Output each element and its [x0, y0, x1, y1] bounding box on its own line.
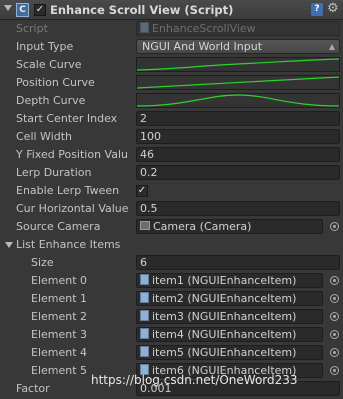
position-curve-field[interactable]: [136, 75, 340, 90]
input-type-value: NGUI And World Input: [142, 40, 263, 53]
object-picker-icon[interactable]: [330, 348, 339, 357]
depth-curve-row: Depth Curve: [0, 92, 343, 110]
component-title: Enhance Scroll View (Script): [50, 3, 234, 17]
script-file-icon: [140, 274, 149, 285]
depth-curve-label: Depth Curve: [16, 94, 86, 107]
element-object-field[interactable]: item1 (NGUIEnhanceItem): [136, 273, 323, 288]
script-file-icon: [140, 292, 149, 303]
element-value: item4 (NGUIEnhanceItem): [152, 328, 297, 341]
element-object-field[interactable]: item4 (NGUIEnhanceItem): [136, 327, 323, 342]
y-fixed-position-row: Y Fixed Position Valu 46: [0, 146, 343, 164]
cur-horizontal-value-row: Cur Horizontal Value 0.5: [0, 200, 343, 218]
list-item: Element 3 item4 (NGUIEnhanceItem): [0, 326, 343, 344]
depth-curve-graph: [137, 94, 339, 107]
object-picker-icon[interactable]: [330, 330, 339, 339]
list-size-label: Size: [31, 256, 54, 269]
input-type-row: Input Type NGUI And World Input ▲: [0, 38, 343, 56]
gear-icon[interactable]: ⚙: [327, 1, 339, 16]
object-picker-icon[interactable]: [330, 312, 339, 321]
object-picker-icon[interactable]: [330, 276, 339, 285]
script-file-icon: [140, 310, 149, 321]
source-camera-label: Source Camera: [16, 220, 101, 233]
foldout-arrow-icon[interactable]: [4, 5, 12, 11]
script-value: EnhanceScrollView: [152, 22, 256, 35]
script-row: Script EnhanceScrollView: [0, 20, 343, 38]
cell-width-label: Cell Width: [16, 130, 73, 143]
script-icon: C: [16, 3, 29, 17]
cell-width-field[interactable]: 100: [136, 129, 340, 144]
list-item: Element 4 item5 (NGUIEnhanceItem): [0, 344, 343, 362]
watermark-text: https://blog.csdn.net/OneWord233: [91, 373, 298, 387]
component-header[interactable]: C ✓ Enhance Scroll View (Script) ? ⚙: [0, 0, 343, 20]
element-label: Element 1: [31, 292, 88, 305]
script-file-icon: [140, 22, 149, 33]
position-curve-graph: [137, 76, 339, 89]
element-value: item1 (NGUIEnhanceItem): [152, 274, 297, 287]
help-icon[interactable]: ?: [311, 3, 323, 16]
lerp-duration-row: Lerp Duration 0.2: [0, 164, 343, 182]
position-curve-row: Position Curve: [0, 74, 343, 92]
scale-curve-label: Scale Curve: [16, 58, 82, 71]
script-field: EnhanceScrollView: [136, 21, 340, 36]
list-size-row: Size 6: [0, 254, 343, 272]
list-item: Element 0 item1 (NGUIEnhanceItem): [0, 272, 343, 290]
list-size-field[interactable]: 6: [136, 255, 340, 270]
list-item: Element 1 item2 (NGUIEnhanceItem): [0, 290, 343, 308]
element-object-field[interactable]: item3 (NGUIEnhanceItem): [136, 309, 323, 324]
script-file-icon: [140, 328, 149, 339]
enable-lerp-tween-checkbox[interactable]: ✓: [136, 185, 148, 197]
list-enhance-items-row[interactable]: List Enhance Items: [0, 236, 343, 254]
script-label: Script: [16, 22, 48, 35]
element-label: Element 5: [31, 364, 88, 377]
object-picker-icon[interactable]: [330, 366, 339, 375]
component-enabled-checkbox[interactable]: ✓: [34, 4, 46, 16]
element-object-field[interactable]: item2 (NGUIEnhanceItem): [136, 291, 323, 306]
y-fixed-position-label: Y Fixed Position Valu: [16, 148, 128, 161]
script-file-icon: [140, 346, 149, 357]
enable-lerp-tween-row: Enable Lerp Tween ✓: [0, 182, 343, 200]
camera-icon: [140, 221, 150, 230]
list-enhance-items-label: List Enhance Items: [16, 238, 121, 251]
enable-lerp-tween-label: Enable Lerp Tween: [16, 184, 120, 197]
dropdown-arrow-icon: ▲: [328, 42, 335, 51]
element-object-field[interactable]: item5 (NGUIEnhanceItem): [136, 345, 323, 360]
element-label: Element 2: [31, 310, 88, 323]
list-item: Element 2 item3 (NGUIEnhanceItem): [0, 308, 343, 326]
source-camera-field[interactable]: Camera (Camera): [136, 219, 323, 234]
cell-width-row: Cell Width 100: [0, 128, 343, 146]
scale-curve-graph: [137, 58, 339, 71]
element-label: Element 0: [31, 274, 88, 287]
depth-curve-field[interactable]: [136, 93, 340, 108]
start-center-index-row: Start Center Index 2: [0, 110, 343, 128]
cur-horizontal-value-field[interactable]: 0.5: [136, 201, 340, 216]
position-curve-label: Position Curve: [16, 76, 95, 89]
input-type-label: Input Type: [16, 40, 74, 53]
foldout-arrow-icon[interactable]: [5, 242, 13, 248]
scale-curve-row: Scale Curve: [0, 56, 343, 74]
start-center-index-label: Start Center Index: [16, 112, 118, 125]
start-center-index-field[interactable]: 2: [136, 111, 340, 126]
y-fixed-position-field[interactable]: 46: [136, 147, 340, 162]
element-value: item3 (NGUIEnhanceItem): [152, 310, 297, 323]
cur-horizontal-value-label: Cur Horizontal Value: [16, 202, 129, 215]
element-label: Element 3: [31, 328, 88, 341]
element-value: item5 (NGUIEnhanceItem): [152, 346, 297, 359]
object-picker-icon[interactable]: [330, 294, 339, 303]
lerp-duration-label: Lerp Duration: [16, 166, 92, 179]
source-camera-value: Camera (Camera): [153, 220, 252, 233]
lerp-duration-field[interactable]: 0.2: [136, 165, 340, 180]
factor-label: Factor: [16, 382, 50, 395]
element-label: Element 4: [31, 346, 88, 359]
object-picker-icon[interactable]: [330, 222, 339, 231]
input-type-dropdown[interactable]: NGUI And World Input ▲: [136, 39, 340, 54]
element-value: item2 (NGUIEnhanceItem): [152, 292, 297, 305]
source-camera-row: Source Camera Camera (Camera): [0, 218, 343, 236]
scale-curve-field[interactable]: [136, 57, 340, 72]
